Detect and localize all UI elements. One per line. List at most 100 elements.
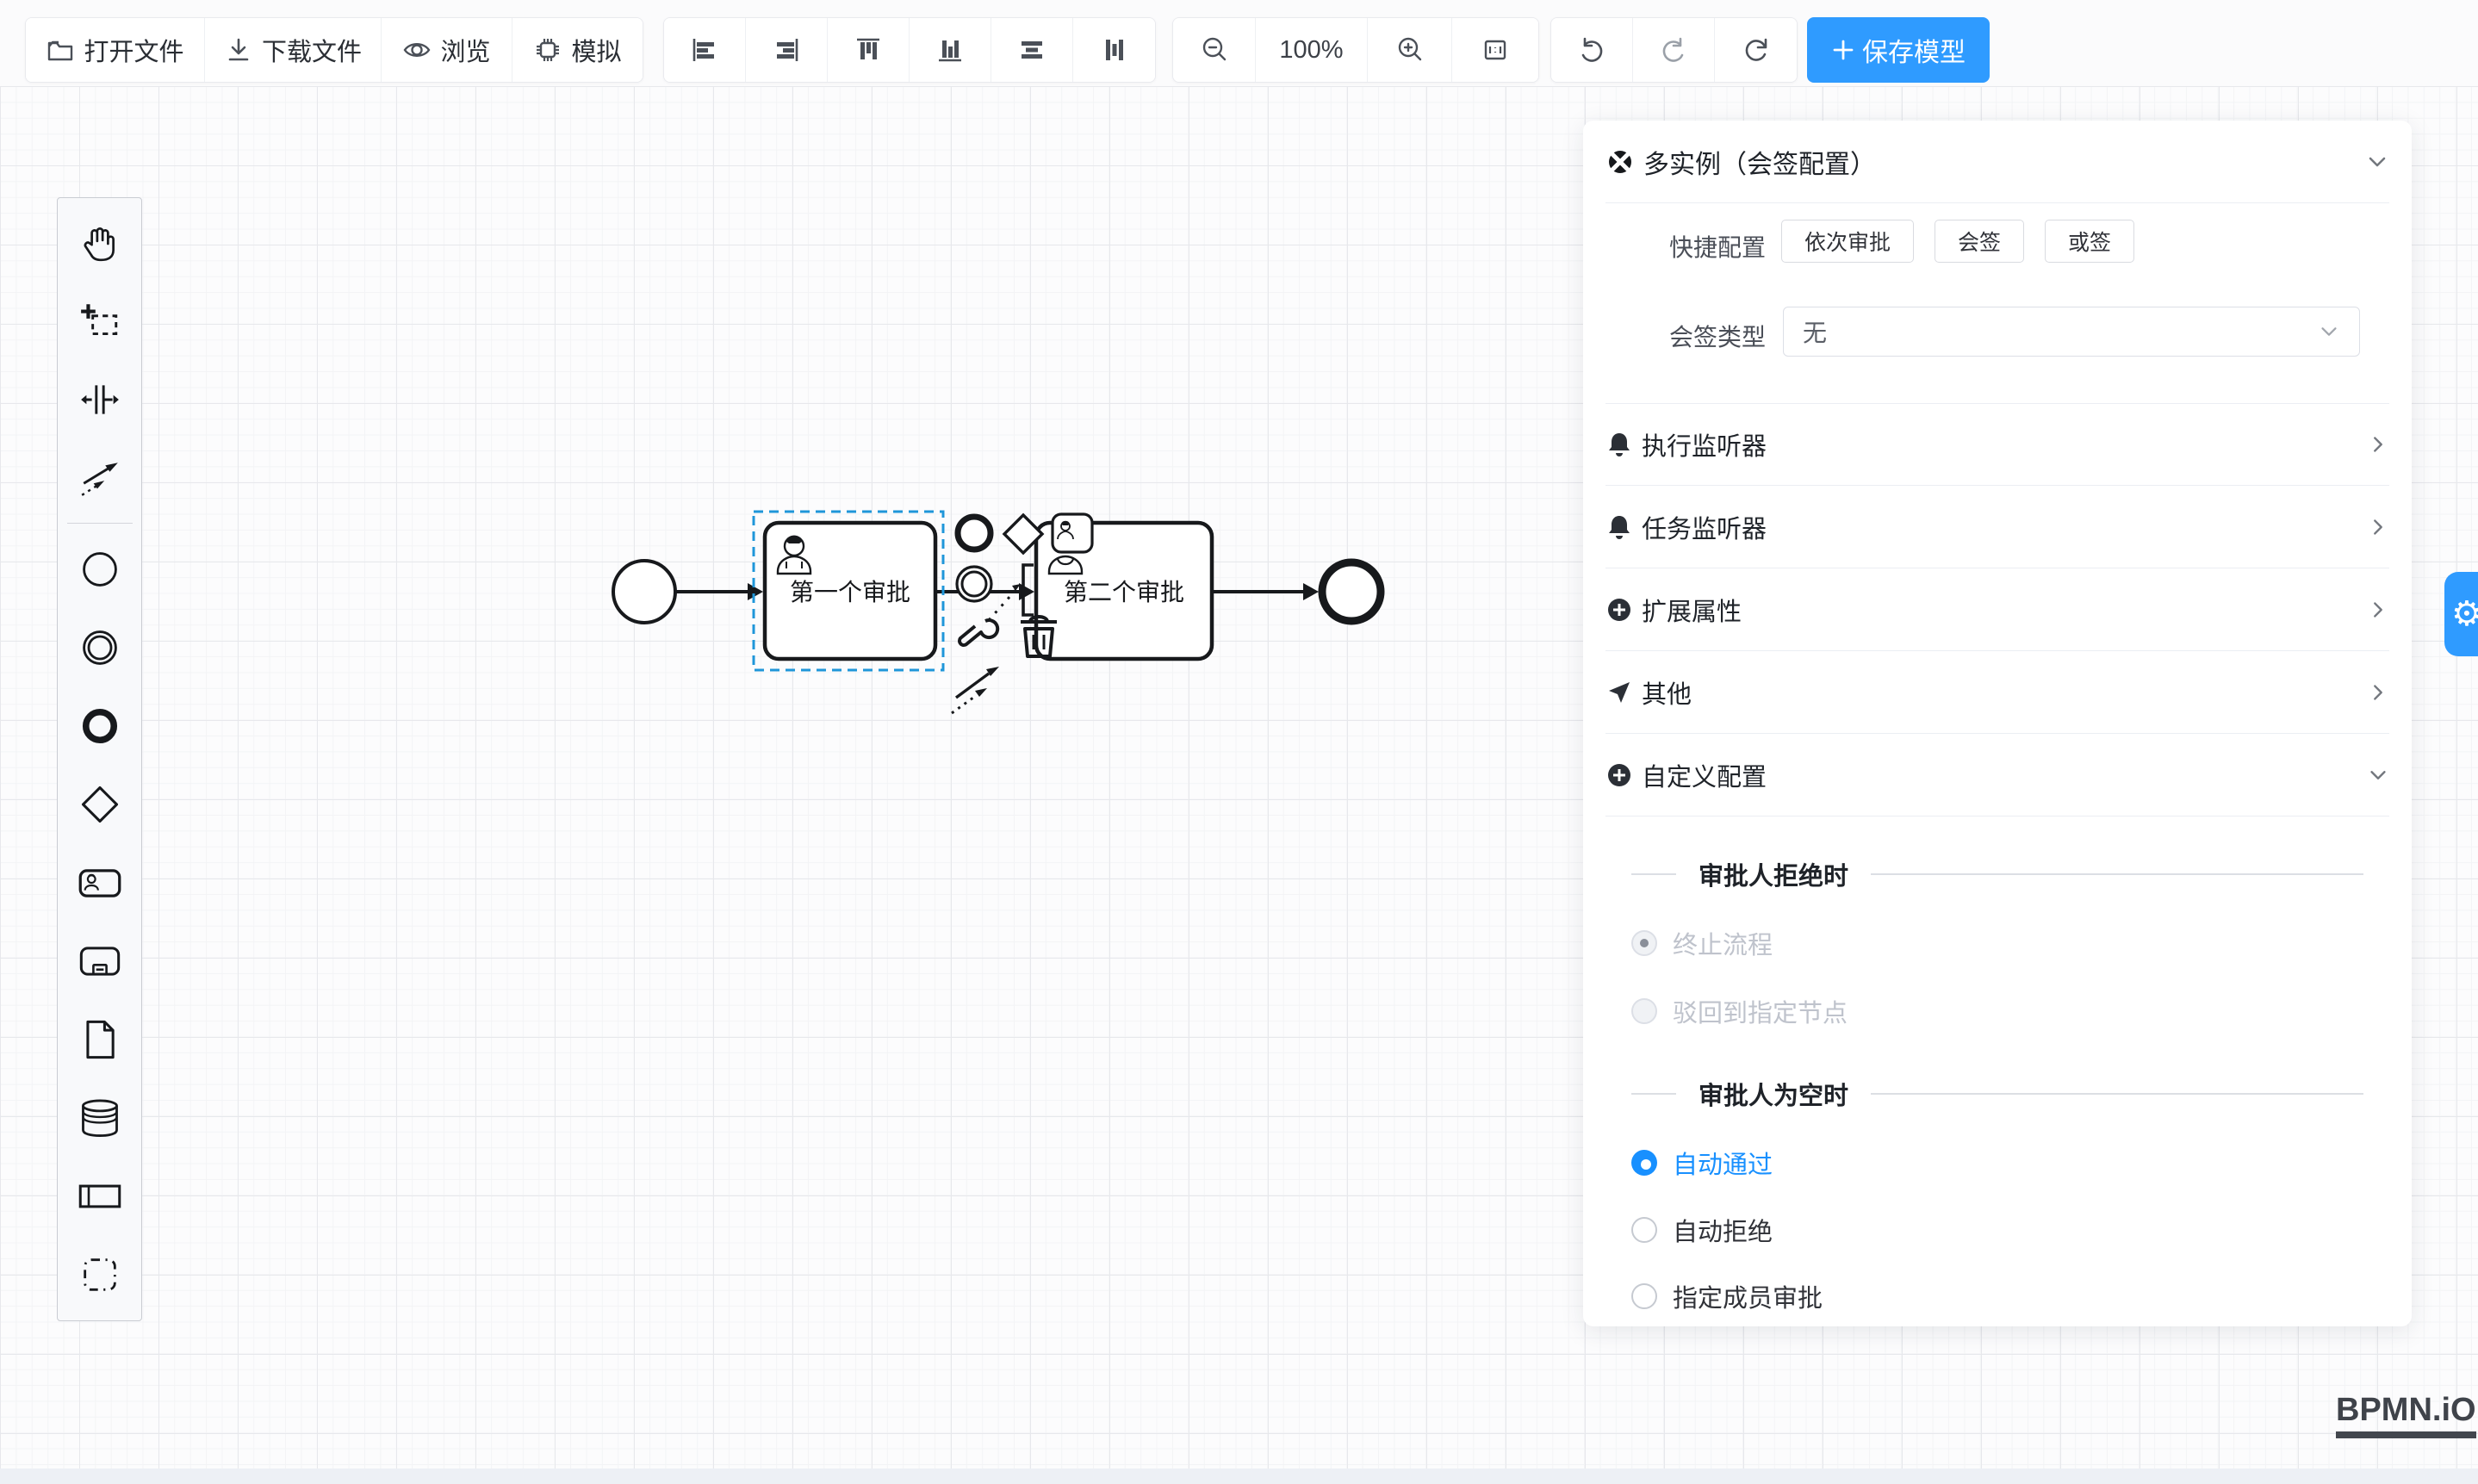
divider-line (1631, 873, 1676, 875)
zoom-reset-button[interactable] (1452, 18, 1538, 82)
quick-config-buttons: 依次审批 会签 或签 (1781, 220, 2134, 263)
reject-group-title: 审批人拒绝时 (1699, 856, 1848, 892)
sign-type-select[interactable]: 无 (1783, 307, 2360, 357)
preview-button[interactable]: 浏览 (382, 18, 512, 82)
quick-option-orsign[interactable]: 或签 (2045, 220, 2134, 263)
end-event-shape[interactable] (1322, 562, 1381, 621)
section-other[interactable]: 其他 (1605, 651, 2389, 734)
section-label: 其他 (1642, 674, 1692, 711)
radio-terminate-process[interactable]: 终止流程 (1631, 917, 1773, 969)
section-task-listener[interactable]: 任务监听器 (1605, 486, 2389, 568)
undo-icon (1576, 34, 1607, 65)
quick-option-sequential[interactable]: 依次审批 (1781, 220, 1914, 263)
change-type-wrench-icon[interactable] (960, 620, 997, 645)
sign-type-label: 会签类型 (1659, 319, 1766, 353)
radio-auto-pass[interactable]: 自动通过 (1631, 1137, 1773, 1189)
start-event-icon (78, 547, 122, 592)
align-right-button[interactable] (746, 18, 828, 82)
create-start-event[interactable] (60, 530, 140, 608)
create-data-store[interactable] (60, 1078, 140, 1157)
quick-option-label: 或签 (2068, 226, 2111, 257)
append-user-task-icon[interactable] (1053, 514, 1092, 552)
create-end-event[interactable] (60, 686, 140, 765)
chevron-down-icon (2318, 320, 2340, 343)
align-left-icon (689, 34, 720, 65)
user-task-icon (78, 860, 122, 905)
lasso-tool[interactable] (60, 282, 140, 360)
append-end-event-icon[interactable] (958, 517, 991, 550)
quick-config-label: 快捷配置 (1659, 229, 1766, 264)
section-execution-listener[interactable]: 执行监听器 (1605, 403, 2389, 486)
quick-option-label: 会签 (1958, 226, 2001, 257)
connect-tool-icon[interactable] (952, 667, 999, 713)
redo-button[interactable] (1633, 18, 1715, 82)
sequence-flow-2-arrowhead (1019, 583, 1034, 600)
create-intermediate-event[interactable] (60, 608, 140, 686)
bell-icon (1605, 431, 1633, 458)
create-subprocess[interactable] (60, 922, 140, 1000)
quick-option-label: 依次审批 (1804, 226, 1891, 257)
lasso-tool-icon (78, 300, 121, 343)
quick-option-countersign[interactable]: 会签 (1935, 220, 2024, 263)
task1-label: 第一个审批 (790, 579, 910, 605)
radio-auto-reject[interactable]: 自动拒绝 (1631, 1204, 1773, 1256)
create-data-object[interactable] (60, 1000, 140, 1078)
section-label: 自定义配置 (1642, 757, 1767, 793)
append-intermediate-event-icon[interactable] (957, 567, 991, 601)
radio-return-to-node[interactable]: 驳回到指定节点 (1631, 985, 1848, 1037)
align-center-vertical-button[interactable] (1073, 18, 1155, 82)
horizontal-scrollbar[interactable] (0, 1468, 2478, 1484)
section-extension-properties[interactable]: 扩展属性 (1605, 568, 2389, 651)
create-group[interactable] (60, 1235, 140, 1313)
align-left-button[interactable] (664, 18, 746, 82)
properties-panel: 多实例（会签配置） 快捷配置 依次审批 会签 或签 会签类型 无 执行监听器 (1583, 121, 2412, 1326)
plus-icon (1831, 38, 1855, 62)
zoom-level-display[interactable]: 100% (1256, 18, 1368, 82)
radio-assign-member[interactable]: 指定成员审批 (1631, 1270, 1823, 1322)
simulate-button[interactable]: 模拟 (512, 18, 643, 82)
save-model-label: 保存模型 (1862, 31, 1966, 69)
align-center-vertical-icon (1099, 34, 1130, 65)
download-file-label: 下载文件 (262, 32, 362, 68)
zoom-out-button[interactable] (1173, 18, 1256, 82)
settings-tab[interactable]: ⚙ (2444, 572, 2478, 656)
radio-label: 自动拒绝 (1673, 1212, 1773, 1248)
refresh-button[interactable] (1715, 18, 1797, 82)
zoom-in-button[interactable] (1368, 18, 1452, 82)
task2-label: 第二个审批 (1064, 579, 1184, 605)
fit-viewport-icon (1480, 34, 1511, 65)
toolbar-zoom-group: 100% (1172, 17, 1539, 83)
open-file-button[interactable]: 打开文件 (26, 18, 205, 82)
logo-text: BPMN.iO (2336, 1392, 2476, 1429)
space-tool[interactable] (60, 360, 140, 438)
chevron-down-icon[interactable] (2365, 150, 2389, 174)
task-first-approval[interactable]: 第一个审批 (765, 523, 935, 659)
sign-type-value: 无 (1803, 314, 2318, 349)
section-custom-config[interactable]: 自定义配置 (1605, 734, 2389, 817)
panel-header[interactable]: 多实例（会签配置） (1605, 136, 2389, 188)
create-user-task[interactable] (60, 843, 140, 922)
start-event-shape[interactable] (613, 561, 675, 623)
radio-label: 终止流程 (1673, 925, 1773, 961)
hand-tool[interactable] (60, 203, 140, 282)
align-top-button[interactable] (828, 18, 910, 82)
create-gateway[interactable] (60, 765, 140, 843)
gateway-icon (78, 782, 122, 827)
download-file-button[interactable]: 下载文件 (205, 18, 382, 82)
bell-icon (1605, 513, 1633, 541)
divider-line (1871, 1093, 2363, 1095)
align-center-horizontal-button[interactable] (991, 18, 1073, 82)
undo-button[interactable] (1551, 18, 1633, 82)
toolbar-align-group (663, 17, 1156, 83)
align-bottom-icon (935, 34, 966, 65)
bpmn-modeler-app: 打开文件 下载文件 浏览 模拟 (0, 0, 2478, 1484)
bpmn-io-logo[interactable]: BPMN.iO (2336, 1392, 2476, 1438)
save-model-button[interactable]: 保存模型 (1807, 17, 1990, 83)
zoom-in-icon (1394, 34, 1425, 65)
align-bottom-button[interactable] (910, 18, 991, 82)
radio-icon (1631, 1283, 1657, 1309)
create-participant[interactable] (60, 1157, 140, 1235)
eye-icon (402, 35, 432, 65)
global-connect-tool[interactable] (60, 438, 140, 517)
empty-group-title-row: 审批人为空时 (1631, 1068, 2363, 1120)
